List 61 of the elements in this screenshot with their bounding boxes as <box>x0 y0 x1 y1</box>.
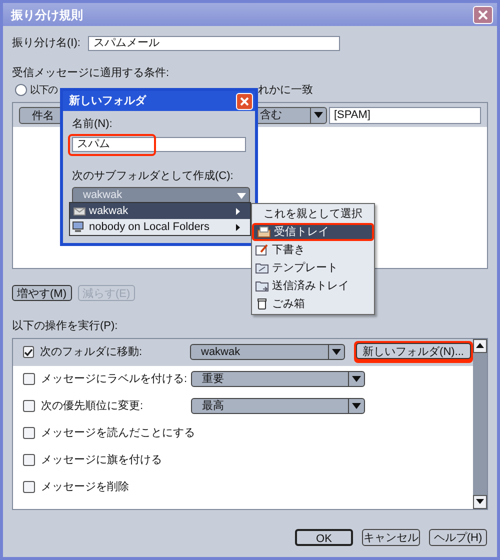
menu-item[interactable]: 受信トレイ <box>252 223 374 241</box>
menu-item[interactable]: nobody on Local Folders <box>70 219 250 235</box>
folder-icon <box>255 262 269 274</box>
trash-bin-icon <box>255 298 269 310</box>
radio-button[interactable]: 以下の <box>15 82 57 98</box>
close-button[interactable] <box>236 92 253 110</box>
checkbox[interactable] <box>23 427 35 439</box>
folder-arrow-icon <box>255 280 269 292</box>
section-heading: 受信メッセージに適用する条件: <box>12 66 170 80</box>
submenu-arrow-icon <box>236 208 240 214</box>
add-button[interactable]: 増やす(M) <box>12 285 72 301</box>
menu-item[interactable]: テンプレート <box>252 259 374 277</box>
submenu-arrow-icon <box>236 224 240 230</box>
scroll-down-icon[interactable] <box>473 494 487 508</box>
mail-server-icon <box>72 205 86 217</box>
dropdown-arrow-icon <box>310 108 326 122</box>
new-folder-button[interactable]: 新しいフォルダ(N)... <box>356 343 471 360</box>
section-heading: 以下の操作を実行(P): <box>12 318 119 334</box>
operator-dropdown[interactable]: 含む <box>255 106 327 124</box>
action-label: 次のフォルダに移動: <box>40 344 144 360</box>
window-title: 振り分け規則 <box>11 6 83 24</box>
action-label: メッセージを読んだことにする <box>41 426 196 441</box>
dropdown-arrow-icon <box>328 345 344 359</box>
checkbox[interactable] <box>23 481 35 493</box>
dialog-button[interactable]: ヘルプ(H) <box>429 528 487 546</box>
menu-item[interactable]: 下書き <box>252 241 374 259</box>
dialog-button[interactable]: OK <box>295 528 353 546</box>
close-button[interactable] <box>473 6 493 24</box>
computer-icon <box>72 221 86 233</box>
action-label: メッセージにラベルを付ける: <box>41 372 188 387</box>
action-label: メッセージに旗を付ける <box>41 452 163 468</box>
menu-item[interactable]: ごみ箱 <box>252 295 374 313</box>
dropdown-arrow-icon <box>348 399 364 413</box>
inbox-tray-icon <box>257 226 271 238</box>
dropdown[interactable]: 最高 <box>191 398 365 414</box>
menu-item[interactable]: wakwak <box>70 203 250 219</box>
scroll-up-icon[interactable] <box>473 338 487 352</box>
dialog-button[interactable]: キャンセル <box>362 528 420 546</box>
input-field[interactable]: [SPAM] <box>328 106 481 124</box>
dialog-title: 新しいフォルダ <box>69 94 146 109</box>
action-label: メッセージを削除 <box>41 480 130 495</box>
scrollbar[interactable] <box>473 338 487 508</box>
action-label: 次の優先順位に変更: <box>41 398 144 414</box>
field-label: 名前(N): <box>72 117 114 132</box>
close-icon <box>478 10 488 20</box>
input-field[interactable]: スパムメール <box>88 36 340 51</box>
pencil-page-icon <box>255 244 269 256</box>
dropdown[interactable]: wakwak <box>190 344 345 360</box>
checkbox[interactable] <box>23 373 35 385</box>
checkbox[interactable] <box>23 454 35 466</box>
close-icon <box>240 96 249 106</box>
menu-item[interactable]: これを親として選択 <box>252 205 374 223</box>
action-row[interactable]: 次のフォルダに移動: wakwak 新しいフォルダ(N)... <box>13 338 473 366</box>
checkbox[interactable] <box>23 346 34 358</box>
menu-item[interactable]: 送信済みトレイ <box>252 277 374 295</box>
field-label: 次のサブフォルダとして作成(C): <box>72 168 234 184</box>
radio-label: れかに一致 <box>258 83 313 98</box>
dropdown[interactable]: 重要 <box>191 371 366 387</box>
checkbox[interactable] <box>23 400 35 412</box>
field-label: 振り分け名(I): <box>12 36 80 51</box>
input-field[interactable]: スパム <box>72 137 246 152</box>
